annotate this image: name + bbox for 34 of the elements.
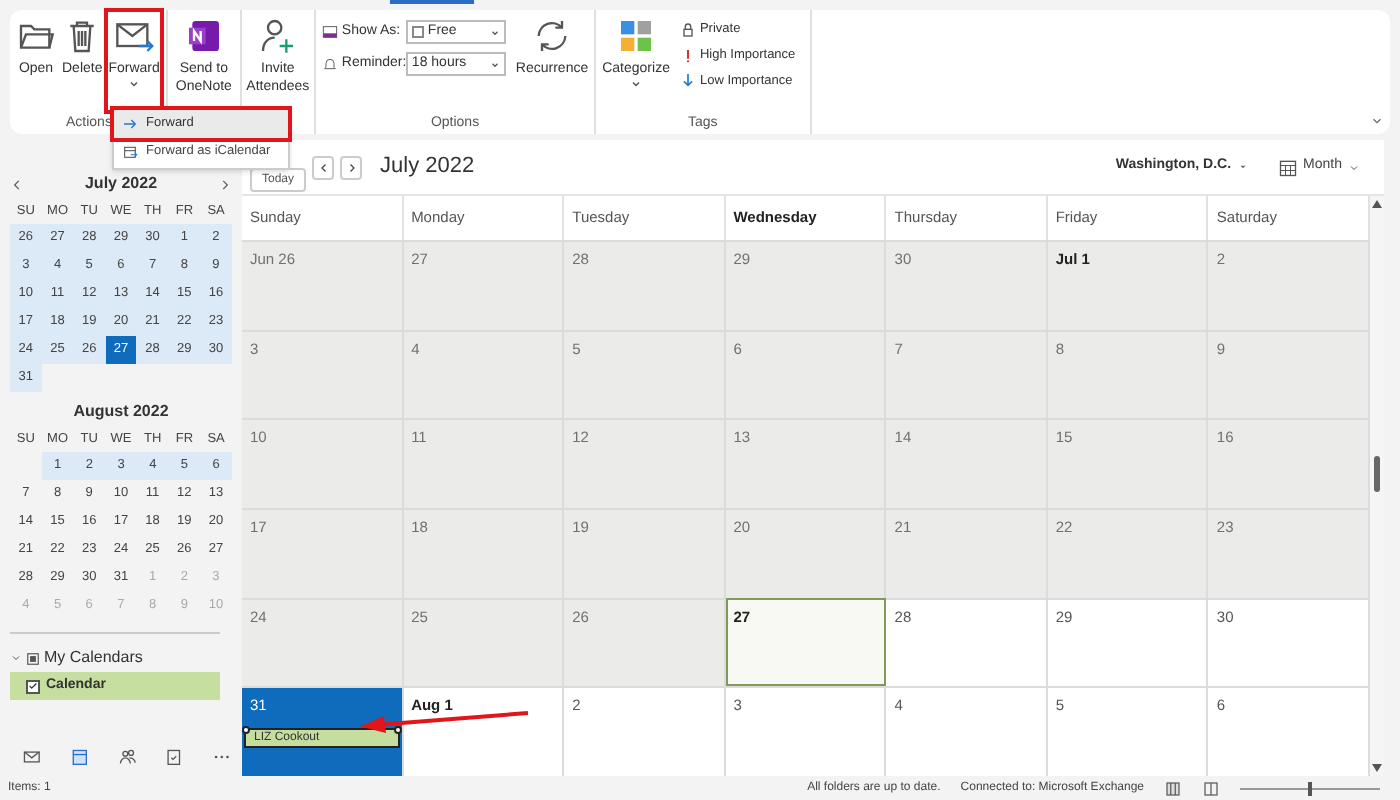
down-arrow-icon	[679, 72, 696, 89]
chevron-right-icon[interactable]	[218, 177, 232, 191]
mail-icon[interactable]	[22, 746, 42, 768]
chevron-down-icon	[1348, 161, 1360, 173]
chevron-left-icon[interactable]	[10, 177, 24, 191]
calendar-square-icon	[26, 651, 40, 665]
calendar-export-icon	[122, 144, 138, 160]
normal-view-icon[interactable]	[1164, 779, 1182, 797]
caret-icon	[489, 27, 500, 37]
scroll-up-icon[interactable]	[1372, 200, 1382, 208]
month-title: July 2022	[84, 172, 158, 196]
bell-icon	[321, 56, 338, 72]
person-plus-icon	[257, 16, 298, 56]
notebook-icon	[183, 16, 224, 56]
checkbox[interactable]	[26, 679, 40, 693]
scroll-down-icon[interactable]	[1372, 764, 1382, 772]
clipboard-check-icon[interactable]	[164, 746, 185, 768]
resize-handle[interactable]	[242, 726, 250, 735]
people-icon[interactable]	[117, 746, 137, 768]
chevron-left-icon	[317, 161, 330, 173]
chevron-right-icon	[345, 161, 358, 173]
folder-group[interactable]: My Calendars	[10, 646, 143, 670]
calendar-icon[interactable]	[69, 746, 90, 768]
calendar-grid-icon	[1277, 157, 1298, 177]
lock-icon	[679, 21, 696, 38]
color-grid-icon	[616, 16, 657, 56]
right-arrow-icon	[122, 116, 138, 132]
caret-icon	[489, 59, 500, 69]
collapse-chevron-icon[interactable]	[1370, 114, 1384, 128]
reading-view-icon[interactable]	[1202, 779, 1220, 797]
calendar-title: July 2022	[380, 152, 475, 183]
resize-handle[interactable]	[393, 726, 402, 735]
month-title: August 2022	[73, 400, 169, 424]
caret-icon	[1237, 162, 1248, 172]
